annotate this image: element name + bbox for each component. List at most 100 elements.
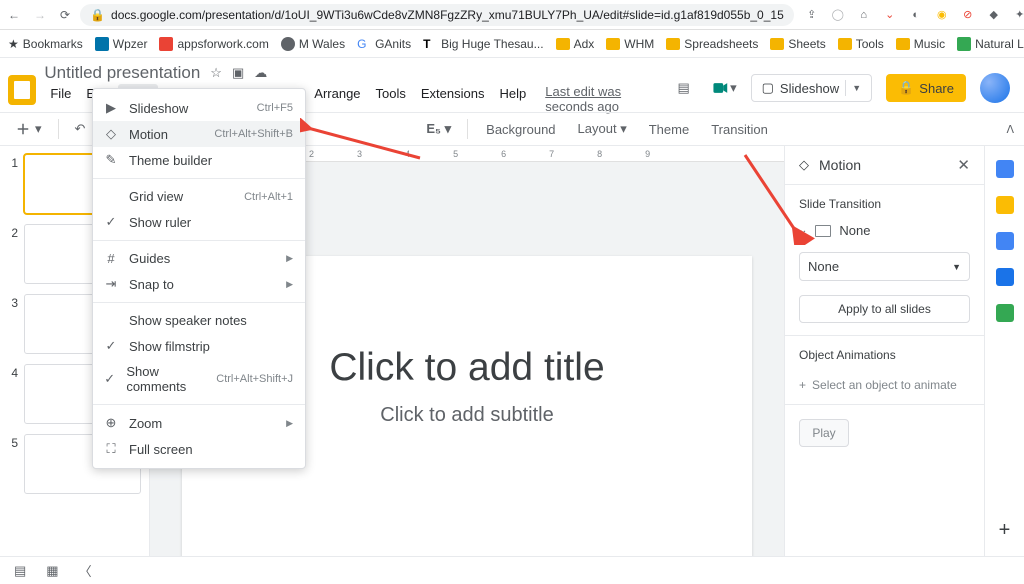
menu-item-label: Full screen bbox=[129, 442, 193, 457]
bookmark-item[interactable]: appsforwork.com bbox=[159, 37, 268, 51]
menu-extensions[interactable]: Extensions bbox=[415, 84, 491, 114]
slide-number: 4 bbox=[8, 364, 18, 380]
menu-file[interactable]: File bbox=[44, 84, 77, 114]
view-menu-item[interactable]: ▶SlideshowCtrl+F5 bbox=[93, 95, 305, 121]
menu-item-shortcut: Ctrl+Alt+Shift+B bbox=[214, 128, 293, 140]
apply-to-all-button[interactable]: Apply to all slides bbox=[799, 295, 970, 323]
bookmark-item[interactable]: Tools bbox=[838, 37, 884, 51]
view-menu-item[interactable]: ✓ Show filmstrip bbox=[93, 333, 305, 359]
menu-arrange[interactable]: Arrange bbox=[308, 84, 366, 114]
grid-view-icon[interactable]: ▦ bbox=[46, 563, 58, 579]
new-slide-button[interactable]: ▾ bbox=[10, 117, 46, 141]
menu-item-label: Theme builder bbox=[129, 153, 212, 168]
slide-mini-icon bbox=[815, 225, 831, 237]
menu-item-icon: ⇥ bbox=[103, 276, 119, 292]
plus-icon: + bbox=[799, 378, 806, 392]
play-button[interactable]: Play bbox=[799, 419, 849, 447]
slides-logo-icon[interactable] bbox=[8, 75, 36, 105]
bookmark-item[interactable]: Adx bbox=[556, 37, 595, 51]
document-title[interactable]: Untitled presentation bbox=[44, 63, 200, 83]
forward-icon[interactable]: → bbox=[34, 8, 46, 22]
ext-icon-pocket[interactable]: ⌄ bbox=[882, 7, 898, 23]
bookmark-item[interactable]: TBig Huge Thesau... bbox=[423, 37, 544, 51]
bottom-bar: ▤ ▦ 〈 bbox=[0, 556, 1024, 584]
extensions-icon[interactable]: ✦ bbox=[1012, 7, 1024, 23]
collapse-filmstrip-icon[interactable]: 〈 bbox=[79, 561, 92, 580]
collapse-toolbar-icon[interactable]: ᐱ bbox=[1006, 123, 1014, 136]
menu-item-icon: ⊕ bbox=[103, 415, 119, 431]
ext-icon-4[interactable]: ◉ bbox=[934, 7, 950, 23]
transition-button[interactable]: Transition bbox=[705, 119, 774, 140]
addon-e5-button[interactable]: E₅ ▾ bbox=[422, 118, 455, 140]
menu-item-icon: # bbox=[103, 251, 119, 266]
address-bar[interactable]: 🔒 docs.google.com/presentation/d/1oUI_9W… bbox=[80, 4, 794, 26]
ext-icon-3[interactable]: ◐ bbox=[908, 7, 924, 23]
view-menu-item[interactable]: ✎Theme builder bbox=[93, 147, 305, 173]
view-menu-item[interactable]: Grid viewCtrl+Alt+1 bbox=[93, 184, 305, 209]
account-avatar[interactable] bbox=[980, 73, 1010, 103]
background-button[interactable]: Background bbox=[480, 119, 561, 140]
last-edit-link[interactable]: Last edit was seconds ago bbox=[545, 84, 662, 114]
share-button[interactable]: 🔒 Share bbox=[886, 74, 966, 102]
share-icon[interactable]: ⇪ bbox=[804, 7, 820, 23]
bookmark-item[interactable]: M Wales bbox=[281, 37, 345, 51]
bookmark-item[interactable]: GGAnits bbox=[357, 37, 411, 51]
view-menu-item[interactable]: #Guides▶ bbox=[93, 246, 305, 271]
comments-history-icon[interactable]: ▤ bbox=[671, 75, 697, 101]
ext-icon-1[interactable]: ◯ bbox=[830, 7, 846, 23]
view-menu-item[interactable]: ✓Show commentsCtrl+Alt+Shift+J bbox=[93, 359, 305, 399]
google-side-rail: + bbox=[984, 146, 1024, 556]
bookmark-item[interactable]: Wpzer bbox=[95, 37, 148, 51]
chevron-down-icon[interactable]: ▼ bbox=[852, 83, 861, 93]
star-icon[interactable]: ☆ bbox=[210, 65, 222, 81]
layout-button[interactable]: Layout ▾ bbox=[572, 118, 633, 140]
tasks-icon[interactable] bbox=[996, 232, 1014, 250]
filmstrip-view-icon[interactable]: ▤ bbox=[14, 563, 26, 579]
add-addon-icon[interactable]: + bbox=[999, 519, 1011, 542]
object-animations-label: Object Animations bbox=[799, 348, 970, 362]
bookmark-item[interactable]: Spreadsheets bbox=[666, 37, 758, 51]
bookmark-item[interactable]: Sheets bbox=[770, 37, 825, 51]
present-icon: ▢ bbox=[762, 80, 774, 96]
ext-icon-5[interactable]: ◆ bbox=[986, 7, 1002, 23]
view-menu-item[interactable]: ⇥Snap to▶ bbox=[93, 271, 305, 297]
bookmark-item[interactable]: Music bbox=[896, 37, 945, 51]
view-menu-item[interactable]: ✓Show ruler bbox=[93, 209, 305, 235]
transition-summary-row[interactable]: ⌄ None bbox=[799, 223, 970, 238]
menu-item-icon: ✓ bbox=[103, 338, 119, 354]
calendar-icon[interactable] bbox=[996, 160, 1014, 178]
contacts-icon[interactable] bbox=[996, 268, 1014, 286]
view-menu-item[interactable]: ◇MotionCtrl+Alt+Shift+B bbox=[93, 121, 305, 147]
maps-icon[interactable] bbox=[996, 304, 1014, 322]
lock-icon: 🔒 bbox=[898, 80, 914, 96]
theme-button[interactable]: Theme bbox=[643, 119, 695, 140]
move-icon[interactable]: ▣ bbox=[232, 65, 244, 81]
reload-icon[interactable]: ⟳ bbox=[60, 8, 70, 22]
slideshow-button[interactable]: ▢ Slideshow ▼ bbox=[751, 74, 872, 102]
lock-icon: 🔒 bbox=[90, 8, 105, 22]
menu-tools[interactable]: Tools bbox=[370, 84, 412, 114]
bookmark-item[interactable]: ★ Bookmarks bbox=[8, 37, 83, 51]
bookmark-item[interactable]: WHM bbox=[606, 37, 654, 51]
meet-icon[interactable]: ▾ bbox=[711, 75, 737, 101]
browser-nav-icons: ← → ⟳ bbox=[8, 8, 70, 22]
menu-item-label: Show filmstrip bbox=[129, 339, 210, 354]
url-text: docs.google.com/presentation/d/1oUI_9WTi… bbox=[111, 8, 784, 22]
bookmark-item[interactable]: Natural Language... bbox=[957, 37, 1024, 51]
menu-item-label: Snap to bbox=[129, 277, 174, 292]
bookmarks-bar: ★ Bookmarks Wpzer appsforwork.com M Wale… bbox=[0, 30, 1024, 58]
transition-type-select[interactable]: None ▼ bbox=[799, 252, 970, 281]
submenu-arrow-icon: ▶ bbox=[286, 418, 293, 429]
view-menu-item[interactable]: ⊕Zoom▶ bbox=[93, 410, 305, 436]
menu-item-icon: ⛶ bbox=[103, 441, 119, 457]
view-menu-item[interactable]: ⛶ Full screen bbox=[93, 436, 305, 462]
close-panel-icon[interactable]: ✕ bbox=[957, 156, 970, 174]
undo-button[interactable]: ↶ bbox=[71, 118, 90, 140]
back-icon[interactable]: ← bbox=[8, 8, 20, 22]
menu-help[interactable]: Help bbox=[493, 84, 532, 114]
keep-icon[interactable] bbox=[996, 196, 1014, 214]
view-menu-item[interactable]: Show speaker notes bbox=[93, 308, 305, 333]
ext-icon-2[interactable]: ⌂ bbox=[856, 7, 872, 23]
ext-icon-block[interactable]: ⊘ bbox=[960, 7, 976, 23]
cloud-saved-icon[interactable]: ☁ bbox=[254, 65, 267, 81]
